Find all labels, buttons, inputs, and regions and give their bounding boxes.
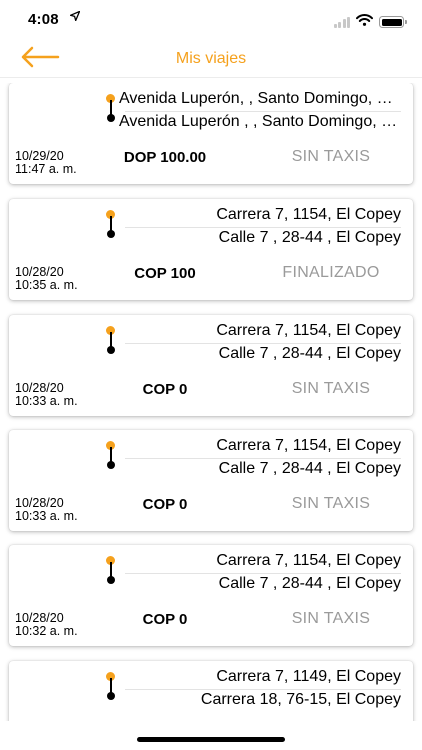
- status-time: 4:08: [28, 11, 59, 28]
- trip-time: 10:33 a. m.: [15, 509, 78, 523]
- location-arrow-icon: [69, 10, 81, 24]
- trip-time: 11:47 a. m.: [15, 162, 77, 176]
- trip-card[interactable]: Avenida Luperón, , Santo Domingo, Repúbl…: [9, 83, 413, 184]
- origin-address: Carrera 7, 1149, El Copey: [216, 668, 401, 685]
- destination-address: Carrera 18, 76-15, El Copey: [200, 691, 401, 708]
- trip-card[interactable]: Carrera 7, 1154, El Copey Calle 7 , 28-4…: [9, 545, 413, 646]
- address-divider: [125, 111, 401, 112]
- status-icons: [333, 13, 407, 31]
- nav-bar: Mis viajes: [0, 40, 422, 78]
- address-divider: [125, 573, 401, 574]
- wifi-icon: [356, 13, 373, 31]
- route-icon: [106, 672, 116, 700]
- address-divider: [125, 689, 401, 690]
- route-icon: [106, 556, 116, 584]
- address-divider: [125, 458, 401, 459]
- origin-address: Carrera 7, 1154, El Copey: [216, 437, 401, 454]
- address-divider: [125, 343, 401, 344]
- home-indicator[interactable]: [137, 737, 285, 742]
- origin-address: Carrera 7, 1154, El Copey: [216, 552, 401, 569]
- trip-time: 10:33 a. m.: [15, 394, 78, 408]
- trip-price: COP 0: [142, 381, 188, 398]
- trip-card[interactable]: Carrera 7, 1154, El Copey Calle 7 , 28-4…: [9, 315, 413, 416]
- signal-icon: [333, 16, 350, 28]
- trip-status: SIN TAXIS: [291, 380, 371, 397]
- trip-card[interactable]: Carrera 7, 1154, El Copey Calle 7 , 28-4…: [9, 199, 413, 300]
- trip-price: DOP 100.00: [123, 149, 207, 166]
- trip-price: COP 0: [142, 611, 188, 628]
- destination-address: Calle 7 , 28-44 , El Copey: [218, 345, 401, 362]
- route-icon: [106, 326, 116, 354]
- page-title: Mis viajes: [175, 50, 247, 67]
- status-bar: 4:08: [0, 0, 422, 40]
- destination-address: Calle 7 , 28-44 , El Copey: [218, 229, 401, 246]
- route-icon: [106, 94, 116, 122]
- trip-card[interactable]: Carrera 7, 1149, El Copey Carrera 18, 76…: [9, 661, 413, 721]
- trip-status: FINALIZADO: [282, 264, 380, 281]
- trip-price: COP 0: [142, 496, 188, 513]
- origin-address: Avenida Luperón, , Santo Domingo, Repúbl…: [119, 90, 401, 107]
- trip-list[interactable]: Avenida Luperón, , Santo Domingo, Repúbl…: [0, 83, 422, 721]
- destination-address: Calle 7 , 28-44 , El Copey: [218, 575, 401, 592]
- trip-time: 10:32 a. m.: [15, 624, 78, 638]
- trip-time: 10:35 a. m.: [15, 278, 78, 292]
- trip-price: COP 100: [134, 265, 196, 282]
- route-icon: [106, 210, 116, 238]
- battery-icon: [379, 16, 407, 28]
- trip-status: SIN TAXIS: [291, 148, 371, 165]
- trip-status: SIN TAXIS: [291, 495, 371, 512]
- origin-address: Carrera 7, 1154, El Copey: [216, 206, 401, 223]
- destination-address: Calle 7 , 28-44 , El Copey: [218, 460, 401, 477]
- trip-card[interactable]: Carrera 7, 1154, El Copey Calle 7 , 28-4…: [9, 430, 413, 531]
- destination-address: Avenida Luperón , , Santo Domingo, Repúb…: [119, 113, 401, 130]
- route-icon: [106, 441, 116, 469]
- address-divider: [125, 227, 401, 228]
- origin-address: Carrera 7, 1154, El Copey: [216, 322, 401, 339]
- trip-status: SIN TAXIS: [291, 610, 371, 627]
